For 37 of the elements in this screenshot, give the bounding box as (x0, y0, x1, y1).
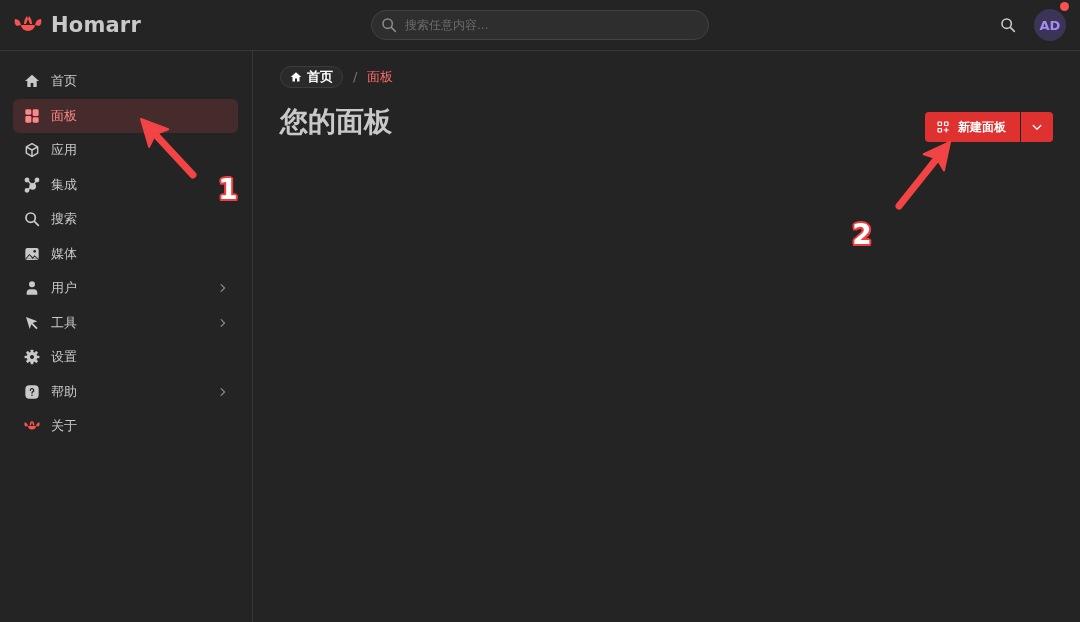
sidebar-item[interactable]: 媒体 (13, 236, 89, 271)
cursor-icon (24, 314, 40, 331)
breadcrumb-current: 面板 (367, 67, 394, 86)
chevron-down-icon (1032, 123, 1042, 131)
image-icon (24, 245, 40, 262)
sidebar-item[interactable]: 关于 (13, 409, 89, 444)
cube-icon (24, 142, 40, 159)
breadcrumb-separator: / (353, 69, 358, 84)
sidebar-item[interactable]: 集成 (13, 167, 89, 202)
help-icon (24, 383, 40, 400)
sidebar-item[interactable]: 搜索 (13, 202, 89, 237)
gear-icon (24, 349, 40, 366)
sidebar-item[interactable]: 首页 (13, 64, 89, 99)
sidebar-item[interactable]: 用户 (13, 271, 238, 306)
new-board-button[interactable]: 新建面板 (925, 112, 1020, 142)
sidebar-item[interactable]: 帮助 (13, 374, 238, 409)
nodes-icon (24, 176, 40, 193)
search-icon (381, 17, 397, 33)
sidebar-item[interactable]: 应用 (13, 133, 89, 168)
grid-plus-icon (937, 121, 949, 133)
breadcrumb-link[interactable]: 首页 (280, 65, 343, 88)
home-icon (290, 70, 302, 83)
arrow-annotation (895, 141, 951, 210)
search-field[interactable]: 搜索任意内容... (371, 10, 709, 40)
app-title: Homarr (51, 13, 141, 37)
layout-icon (24, 107, 40, 124)
arrow-annotation (140, 118, 197, 179)
user-icon (24, 280, 40, 297)
search-icon (24, 211, 40, 228)
sidebar-item[interactable]: 面板 (13, 98, 238, 133)
step-number: 1 (218, 176, 238, 204)
search-icon (1000, 17, 1016, 33)
step-number: 2 (852, 221, 872, 249)
home-icon (24, 73, 40, 90)
sidebar-item[interactable]: 设置 (13, 340, 89, 375)
page-title: 您的面板 (280, 104, 392, 140)
sidebar-item[interactable]: 工具 (13, 305, 238, 340)
